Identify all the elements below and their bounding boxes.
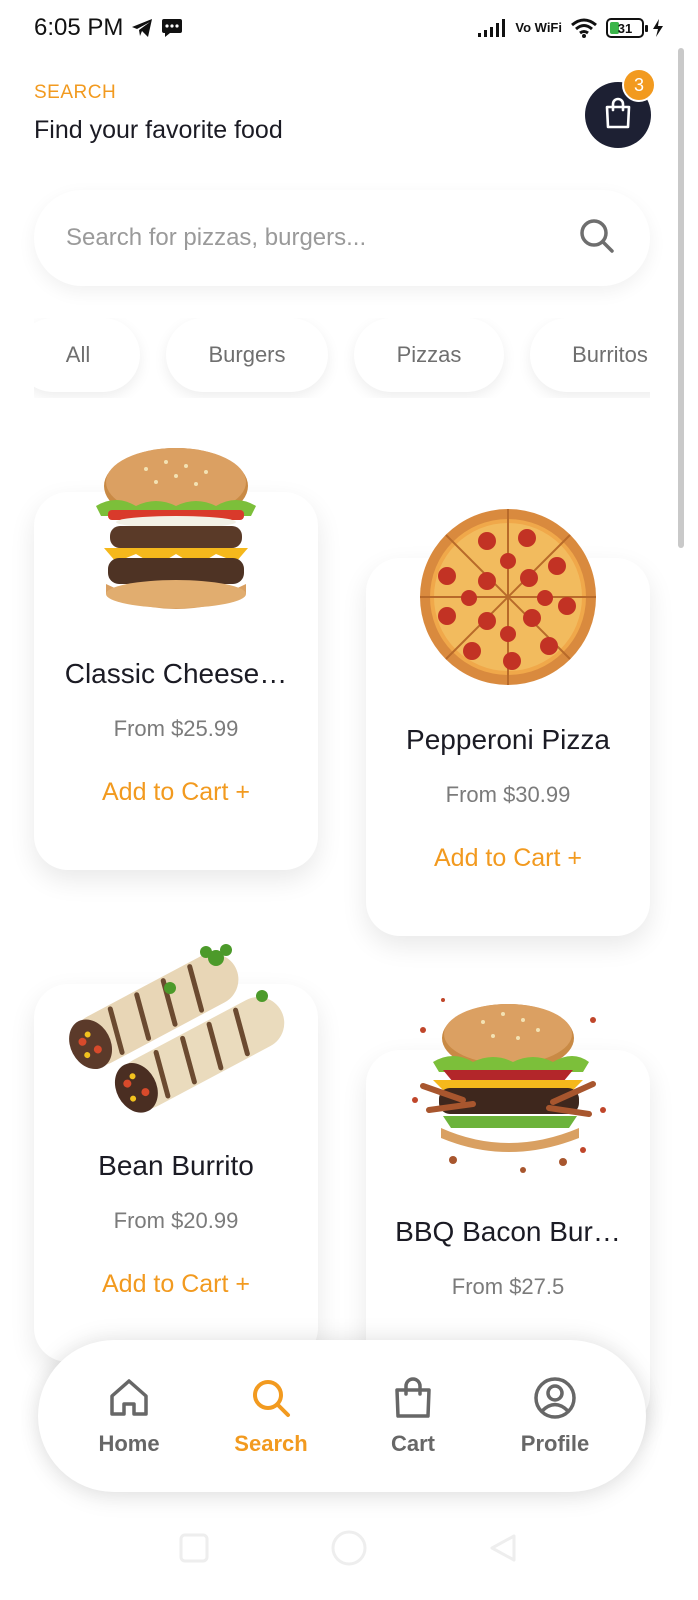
telegram-icon	[131, 18, 153, 38]
category-chip-burgers[interactable]: Burgers	[166, 318, 328, 392]
burrito-image	[69, 944, 285, 1113]
category-chip-pizzas[interactable]: Pizzas	[354, 318, 504, 392]
product-name: BBQ Bacon Bur…	[395, 1216, 621, 1247]
nav-home[interactable]: Home	[69, 1376, 189, 1457]
nav-home-label: Home	[98, 1430, 160, 1456]
add-to-cart-button[interactable]: Add to Cart +	[34, 1270, 318, 1299]
add-to-cart-button[interactable]: Add to Cart +	[34, 778, 318, 807]
product-card-pepperoni-pizza[interactable]: Pepperoni Pizza From $30.99 Add to Cart …	[366, 509, 650, 936]
cart-count-badge: 3	[622, 68, 656, 102]
system-navigation	[0, 1510, 698, 1590]
status-bar: 6:05 PM Vo WiFi 31	[0, 0, 698, 56]
category-chip-all[interactable]: All	[34, 318, 140, 392]
home-icon	[107, 1376, 151, 1425]
scrollbar[interactable]	[678, 48, 684, 548]
status-right: Vo WiFi 31	[477, 17, 664, 39]
category-chip-burritos[interactable]: Burritos	[530, 318, 650, 392]
product-name: Bean Burrito	[98, 1150, 254, 1181]
status-time: 6:05 PM	[34, 14, 124, 41]
recents-icon[interactable]	[178, 1532, 210, 1569]
search-icon[interactable]	[578, 217, 616, 260]
product-price: From $20.99	[113, 1208, 239, 1233]
search-bar[interactable]	[34, 190, 650, 286]
message-icon	[161, 18, 183, 38]
product-card-bean-burrito[interactable]: Bean Burrito From $20.99 Add to Cart +	[34, 944, 318, 1362]
product-price: From $27.5	[451, 1274, 565, 1299]
nav-search[interactable]: Search	[211, 1376, 331, 1457]
page-title: Find your favorite food	[34, 116, 283, 144]
shopping-bag-icon	[391, 1376, 435, 1425]
search-input[interactable]	[66, 224, 578, 252]
shopping-bag-icon	[601, 96, 635, 135]
profile-icon	[533, 1376, 577, 1425]
battery-level: 31	[617, 20, 633, 36]
wifi-icon	[570, 17, 598, 39]
search-icon	[249, 1376, 293, 1425]
battery-icon: 31	[606, 18, 648, 38]
product-name: Pepperoni Pizza	[406, 724, 610, 755]
add-to-cart-button[interactable]: Add to Cart +	[366, 844, 650, 873]
vowifi-label: Vo WiFi	[515, 20, 562, 35]
product-name: Classic Cheese…	[64, 658, 288, 689]
bbq-burger-image	[412, 998, 606, 1173]
bottom-navigation: Home Search Cart Profile	[38, 1340, 646, 1492]
back-icon[interactable]	[488, 1532, 520, 1569]
nav-search-label: Search	[234, 1430, 308, 1456]
nav-profile[interactable]: Profile	[495, 1376, 615, 1457]
status-left: 6:05 PM	[34, 14, 183, 42]
charging-icon	[652, 18, 664, 38]
product-price: From $30.99	[445, 782, 571, 807]
pizza-image	[420, 509, 596, 685]
nav-profile-label: Profile	[520, 1430, 590, 1456]
page-subtitle: SEARCH	[34, 82, 117, 103]
nav-cart-label: Cart	[390, 1430, 435, 1456]
category-filter: All Burgers Pizzas Burritos	[34, 318, 650, 398]
home-system-icon[interactable]	[330, 1529, 368, 1572]
product-price: From $25.99	[113, 716, 239, 741]
signal-icon	[477, 18, 507, 38]
product-card-cheeseburger[interactable]: Classic Cheese… From $25.99 Add to Cart …	[34, 448, 318, 870]
nav-cart[interactable]: Cart	[353, 1376, 473, 1457]
cheeseburger-image	[96, 448, 256, 609]
